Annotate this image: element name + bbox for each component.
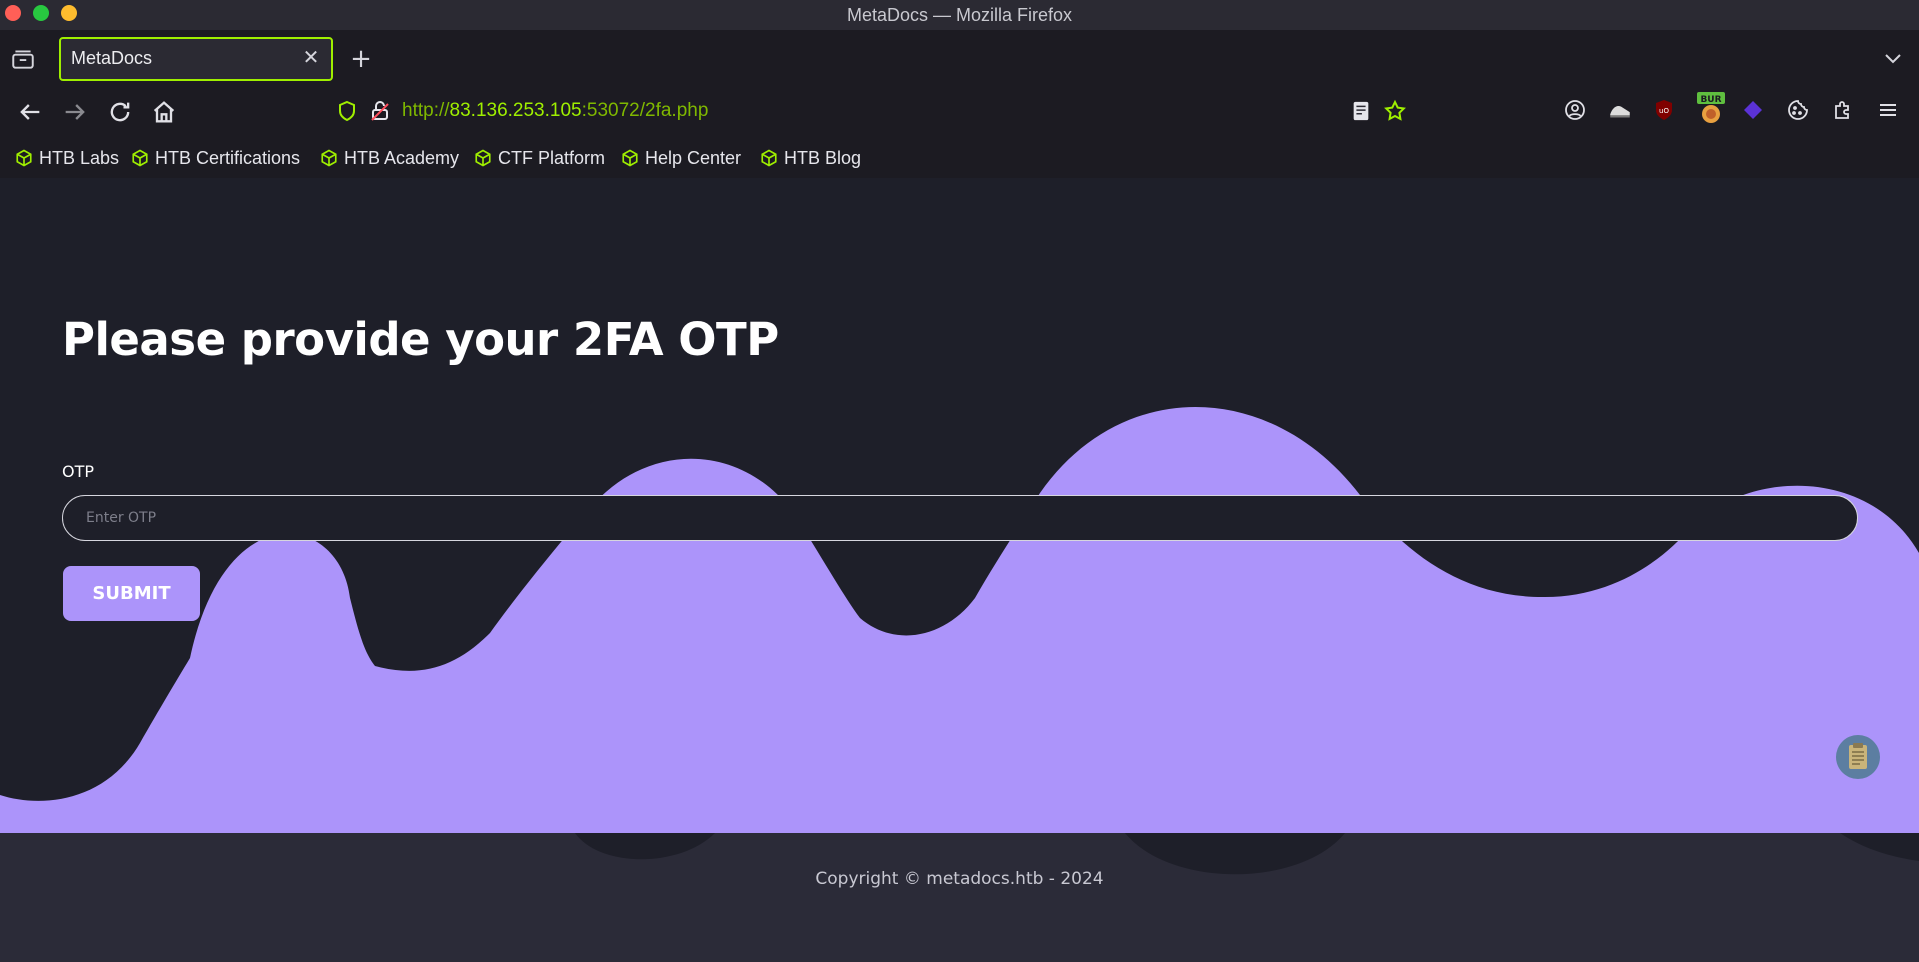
- otp-input[interactable]: [62, 495, 1858, 541]
- bookmark-help-center[interactable]: Help Center: [621, 145, 741, 171]
- page-content: Copyright © metadocs.htb - 2024 Please p…: [0, 178, 1919, 962]
- bookmark-label: HTB Academy: [344, 147, 460, 168]
- bookmark-label: HTB Certifications: [155, 147, 301, 168]
- navigation-toolbar: http://83.136.253.105:53072/2fa.php uO B…: [0, 86, 1919, 138]
- bookmark-htb-blog[interactable]: HTB Blog: [760, 145, 861, 171]
- chevron-down-icon[interactable]: [1881, 46, 1905, 70]
- tab-title: MetaDocs: [71, 48, 153, 68]
- url-path: :53072/2fa.php: [581, 100, 709, 121]
- url-host: 83.136.253.105: [449, 100, 582, 121]
- bookmark-ctf-platform[interactable]: CTF Platform: [474, 145, 605, 171]
- decorative-waves: [0, 406, 1919, 875]
- forward-arrow-icon[interactable]: [61, 98, 89, 126]
- diamond-extension-icon[interactable]: [1741, 98, 1767, 124]
- page-title: Please provide your 2FA OTP: [62, 313, 779, 366]
- close-icon[interactable]: ✕: [299, 45, 323, 69]
- bookmark-htb-certifications[interactable]: HTB Certifications: [131, 145, 300, 171]
- htb-cube-icon: [321, 149, 337, 167]
- window-titlebar: MetaDocs — Mozilla Firefox: [0, 0, 1919, 30]
- submit-button[interactable]: SUBMIT: [63, 566, 200, 621]
- svg-text:uO: uO: [1659, 107, 1669, 115]
- clipboard-icon[interactable]: [1836, 735, 1880, 779]
- sneaker-extension-icon[interactable]: [1607, 98, 1633, 124]
- bookmark-label: Help Center: [645, 147, 742, 168]
- htb-cube-icon: [761, 149, 777, 167]
- tab-metadocs[interactable]: MetaDocs ✕: [59, 37, 333, 81]
- reader-view-icon[interactable]: [1350, 100, 1372, 126]
- bookmark-htb-labs[interactable]: HTB Labs: [15, 145, 119, 171]
- insecure-lock-icon[interactable]: [368, 99, 392, 127]
- account-icon[interactable]: [1563, 98, 1589, 124]
- url-text[interactable]: http://83.136.253.105:53072/2fa.php: [402, 100, 708, 122]
- bookmarks-toolbar: HTB Labs HTB Certifications HTB Academy …: [0, 138, 1919, 178]
- plus-icon[interactable]: +: [348, 46, 374, 72]
- burp-extension-icon[interactable]: BUR: [1697, 92, 1725, 123]
- htb-cube-icon: [16, 149, 32, 167]
- bookmark-label: HTB Blog: [784, 147, 862, 168]
- shield-icon[interactable]: [335, 99, 359, 127]
- htb-cube-icon: [475, 149, 491, 167]
- reload-icon[interactable]: [106, 98, 134, 126]
- htb-cube-icon: [622, 149, 638, 167]
- cookie-icon[interactable]: [1786, 98, 1812, 124]
- otp-label: OTP: [62, 462, 95, 481]
- back-arrow-icon[interactable]: [16, 98, 44, 126]
- svg-text:BUR: BUR: [1700, 95, 1721, 105]
- bookmark-label: CTF Platform: [498, 147, 606, 168]
- extensions-puzzle-icon[interactable]: [1831, 98, 1857, 124]
- home-icon[interactable]: [150, 98, 178, 126]
- url-bar[interactable]: http://83.136.253.105:53072/2fa.php: [330, 94, 1410, 130]
- tab-strip: MetaDocs ✕ +: [0, 30, 1919, 86]
- hamburger-menu-icon[interactable]: [1876, 98, 1902, 124]
- htb-cube-icon: [132, 149, 148, 167]
- ublock-icon[interactable]: uO: [1652, 98, 1678, 124]
- window-title: MetaDocs — Mozilla Firefox: [846, 5, 1073, 25]
- star-icon[interactable]: [1383, 99, 1407, 127]
- bookmark-label: HTB Labs: [39, 147, 120, 168]
- url-scheme: http://: [402, 100, 450, 121]
- bookmark-htb-academy[interactable]: HTB Academy: [320, 145, 459, 171]
- tab-list-icon[interactable]: [10, 46, 38, 72]
